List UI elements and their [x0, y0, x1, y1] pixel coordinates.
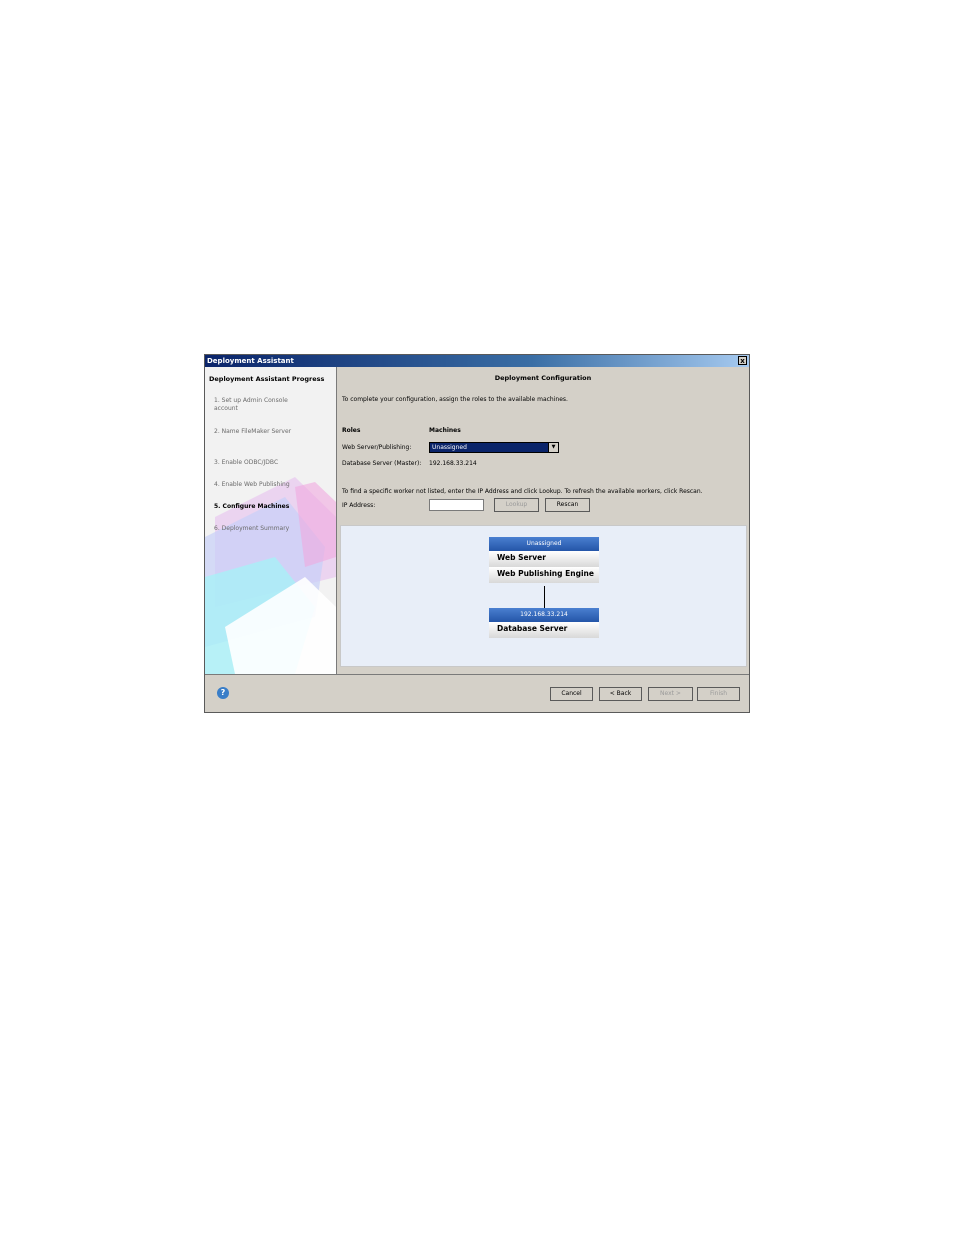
window-title: Deployment Assistant [207, 357, 294, 365]
machine-header-unassigned: Unassigned [489, 537, 599, 551]
step-name-server: 2. Name FileMaker Server [214, 428, 292, 435]
page-title: Deployment Configuration [494, 374, 592, 382]
role-web-server: Web Server [489, 551, 599, 567]
web-role-label: Web Server/Publishing: [342, 444, 412, 451]
role-web-publishing-engine: Web Publishing Engine [489, 567, 599, 583]
deployment-assistant-window: Deployment Assistant x Deployment Assist… [204, 354, 750, 713]
chevron-down-icon[interactable]: ▼ [548, 443, 558, 452]
footer-bar: ? Cancel < Back Next > Finish [205, 674, 749, 713]
step-setup-admin-console: 1. Set up Admin Console account [214, 397, 288, 412]
db-role-value: 192.168.33.214 [429, 460, 477, 467]
step-enable-web-publishing: 4. Enable Web Publishing [214, 481, 290, 488]
step-configure-machines: 5. Configure Machines [214, 503, 290, 510]
back-button[interactable]: < Back [599, 687, 642, 701]
close-icon[interactable]: x [738, 356, 747, 365]
cancel-button[interactable]: Cancel [550, 687, 593, 701]
step-enable-odbc: 3. Enable ODBC/JDBC [214, 459, 279, 466]
web-role-selected-value: Unassigned [432, 444, 467, 451]
roles-header: Roles [342, 427, 361, 434]
ip-address-input[interactable] [429, 499, 484, 511]
connector-line [544, 586, 545, 609]
step-deployment-summary: 6. Deployment Summary [214, 525, 290, 532]
find-worker-text: To find a specific worker not listed, en… [342, 488, 703, 495]
help-icon[interactable]: ? [217, 687, 229, 699]
title-bar: Deployment Assistant x [205, 355, 749, 367]
role-database-server: Database Server [489, 622, 599, 638]
intro-text: To complete your configuration, assign t… [342, 396, 568, 403]
machine-header-ip: 192.168.33.214 [489, 608, 599, 622]
machine-diagram: Unassigned Web Server Web Publishing Eng… [340, 525, 747, 667]
machines-header: Machines [429, 427, 461, 434]
next-button[interactable]: Next > [648, 687, 693, 701]
lookup-button[interactable]: Lookup [494, 498, 539, 512]
ip-address-label: IP Address: [342, 502, 376, 509]
db-role-label: Database Server (Master): [342, 460, 422, 467]
progress-sidebar: Deployment Assistant Progress 1. Set up … [205, 367, 337, 674]
finish-button[interactable]: Finish [697, 687, 740, 701]
decorative-folders-graphic [205, 477, 336, 674]
rescan-button[interactable]: Rescan [545, 498, 590, 512]
sidebar-title: Deployment Assistant Progress [209, 375, 325, 383]
configuration-panel: Deployment Configuration To complete you… [337, 367, 749, 674]
web-role-machine-select[interactable]: Unassigned ▼ [429, 442, 559, 453]
